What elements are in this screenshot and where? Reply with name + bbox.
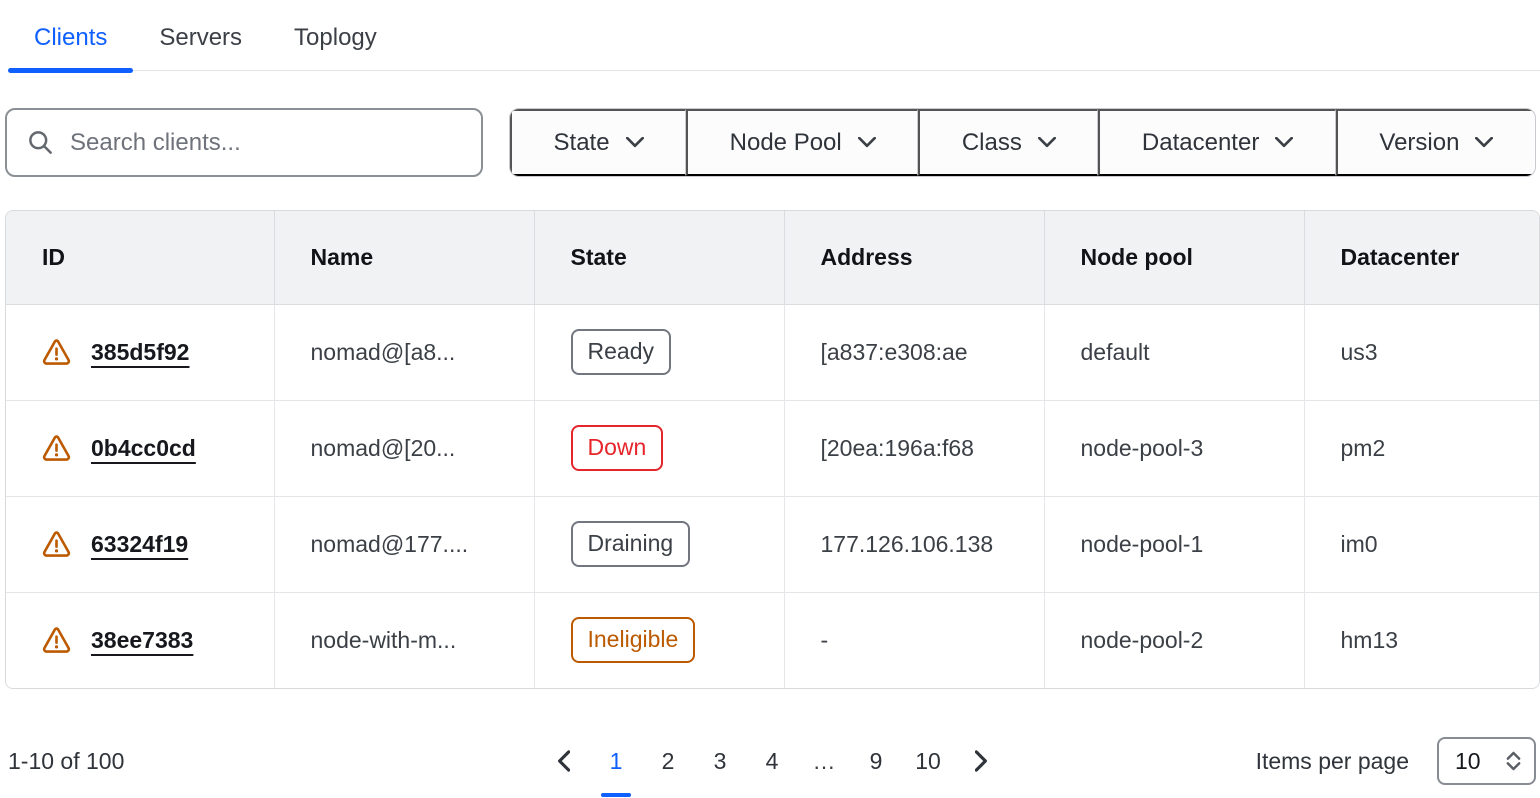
items-per-page: Items per page 10 <box>1001 737 1536 785</box>
client-name: nomad@177.... <box>274 496 534 592</box>
page-ellipsis: … <box>805 744 843 779</box>
select-chevrons-icon <box>1505 750 1522 772</box>
filter-state-label: State <box>554 129 610 157</box>
warning-icon <box>42 435 71 461</box>
page-number[interactable]: 4 <box>753 744 791 779</box>
page-number[interactable]: 1 <box>597 744 635 779</box>
chevron-down-icon <box>1475 137 1493 148</box>
filter-state[interactable]: State <box>510 109 686 176</box>
tab-topology[interactable]: Toplogy <box>268 20 403 70</box>
client-id-link[interactable]: 63324f19 <box>91 531 188 558</box>
client-node-pool: node-pool-2 <box>1044 592 1304 688</box>
client-name: nomad@[20... <box>274 400 534 496</box>
client-address: [a837:e308:ae <box>784 304 1044 400</box>
warning-icon <box>42 339 71 365</box>
filter-class-label: Class <box>962 129 1022 157</box>
client-address: - <box>784 592 1044 688</box>
clients-table-body: 385d5f92 nomad@[a8... Ready [a837:e308:a… <box>6 304 1539 688</box>
chevron-down-icon <box>858 137 876 148</box>
filter-datacenter-label: Datacenter <box>1142 129 1259 157</box>
column-header-name: Name <box>274 211 534 304</box>
filter-group: State Node Pool Class Datacenter Version <box>509 108 1536 177</box>
client-address: 177.126.106.138 <box>784 496 1044 592</box>
client-node-pool: node-pool-3 <box>1044 400 1304 496</box>
next-page-button[interactable] <box>961 741 1001 781</box>
client-id-link[interactable]: 385d5f92 <box>91 339 189 366</box>
filter-node-pool-label: Node Pool <box>730 129 842 157</box>
state-badge: Down <box>571 425 664 471</box>
previous-page-button[interactable] <box>543 741 583 781</box>
state-badge: Ineligible <box>571 617 696 663</box>
pager: 1234 … 9 10 <box>543 741 1001 781</box>
page-range-label: 1-10 of 100 <box>8 748 543 775</box>
search-input[interactable] <box>70 129 461 157</box>
table-header: ID Name State Address Node pool Datacent… <box>6 211 1539 304</box>
chevron-right-icon <box>975 750 988 772</box>
table-row[interactable]: 63324f19 nomad@177.... Draining 177.126.… <box>6 496 1539 592</box>
client-name: nomad@[a8... <box>274 304 534 400</box>
column-header-state: State <box>534 211 784 304</box>
page-number[interactable]: 9 <box>857 744 895 779</box>
page-number[interactable]: 3 <box>701 744 739 779</box>
tab-bar: Clients Servers Toplogy <box>8 0 1540 71</box>
warning-icon <box>42 627 71 653</box>
page-list: 1234 … 9 10 <box>597 744 947 779</box>
items-per-page-value: 10 <box>1455 748 1481 775</box>
filter-version[interactable]: Version <box>1336 109 1535 176</box>
search-box[interactable] <box>5 108 483 177</box>
items-per-page-select[interactable]: 10 <box>1437 737 1536 785</box>
chevron-down-icon <box>1038 137 1056 148</box>
client-address: [20ea:196a:f68 <box>784 400 1044 496</box>
column-header-id: ID <box>6 211 274 304</box>
clients-table: ID Name State Address Node pool Datacent… <box>5 210 1540 689</box>
client-id-link[interactable]: 38ee7383 <box>91 627 193 654</box>
column-header-address: Address <box>784 211 1044 304</box>
items-per-page-label: Items per page <box>1256 748 1409 775</box>
client-node-pool: default <box>1044 304 1304 400</box>
chevron-down-icon <box>1275 137 1293 148</box>
tab-clients[interactable]: Clients <box>8 20 133 70</box>
chevron-left-icon <box>557 750 570 772</box>
column-header-node-pool: Node pool <box>1044 211 1304 304</box>
table-row[interactable]: 38ee7383 node-with-m... Ineligible - nod… <box>6 592 1539 688</box>
filter-version-label: Version <box>1379 129 1459 157</box>
page-number[interactable]: 10 <box>909 744 947 779</box>
column-header-datacenter: Datacenter <box>1304 211 1539 304</box>
filter-node-pool[interactable]: Node Pool <box>686 109 918 176</box>
table-row[interactable]: 0b4cc0cd nomad@[20... Down [20ea:196a:f6… <box>6 400 1539 496</box>
client-datacenter: im0 <box>1304 496 1539 592</box>
filter-datacenter[interactable]: Datacenter <box>1098 109 1335 176</box>
table-row[interactable]: 385d5f92 nomad@[a8... Ready [a837:e308:a… <box>6 304 1539 400</box>
client-datacenter: us3 <box>1304 304 1539 400</box>
pagination-bar: 1-10 of 100 1234 … 9 10 Items per page 10 <box>8 733 1536 789</box>
client-node-pool: node-pool-1 <box>1044 496 1304 592</box>
client-id-link[interactable]: 0b4cc0cd <box>91 435 196 462</box>
toolbar: State Node Pool Class Datacenter Version <box>5 108 1536 177</box>
client-datacenter: pm2 <box>1304 400 1539 496</box>
page-number[interactable]: 2 <box>649 744 687 779</box>
chevron-down-icon <box>626 137 644 148</box>
client-name: node-with-m... <box>274 592 534 688</box>
tab-servers[interactable]: Servers <box>133 20 268 70</box>
state-badge: Draining <box>571 521 691 567</box>
filter-class[interactable]: Class <box>918 109 1098 176</box>
state-badge: Ready <box>571 329 671 375</box>
search-icon <box>27 129 54 156</box>
client-datacenter: hm13 <box>1304 592 1539 688</box>
warning-icon <box>42 531 71 557</box>
